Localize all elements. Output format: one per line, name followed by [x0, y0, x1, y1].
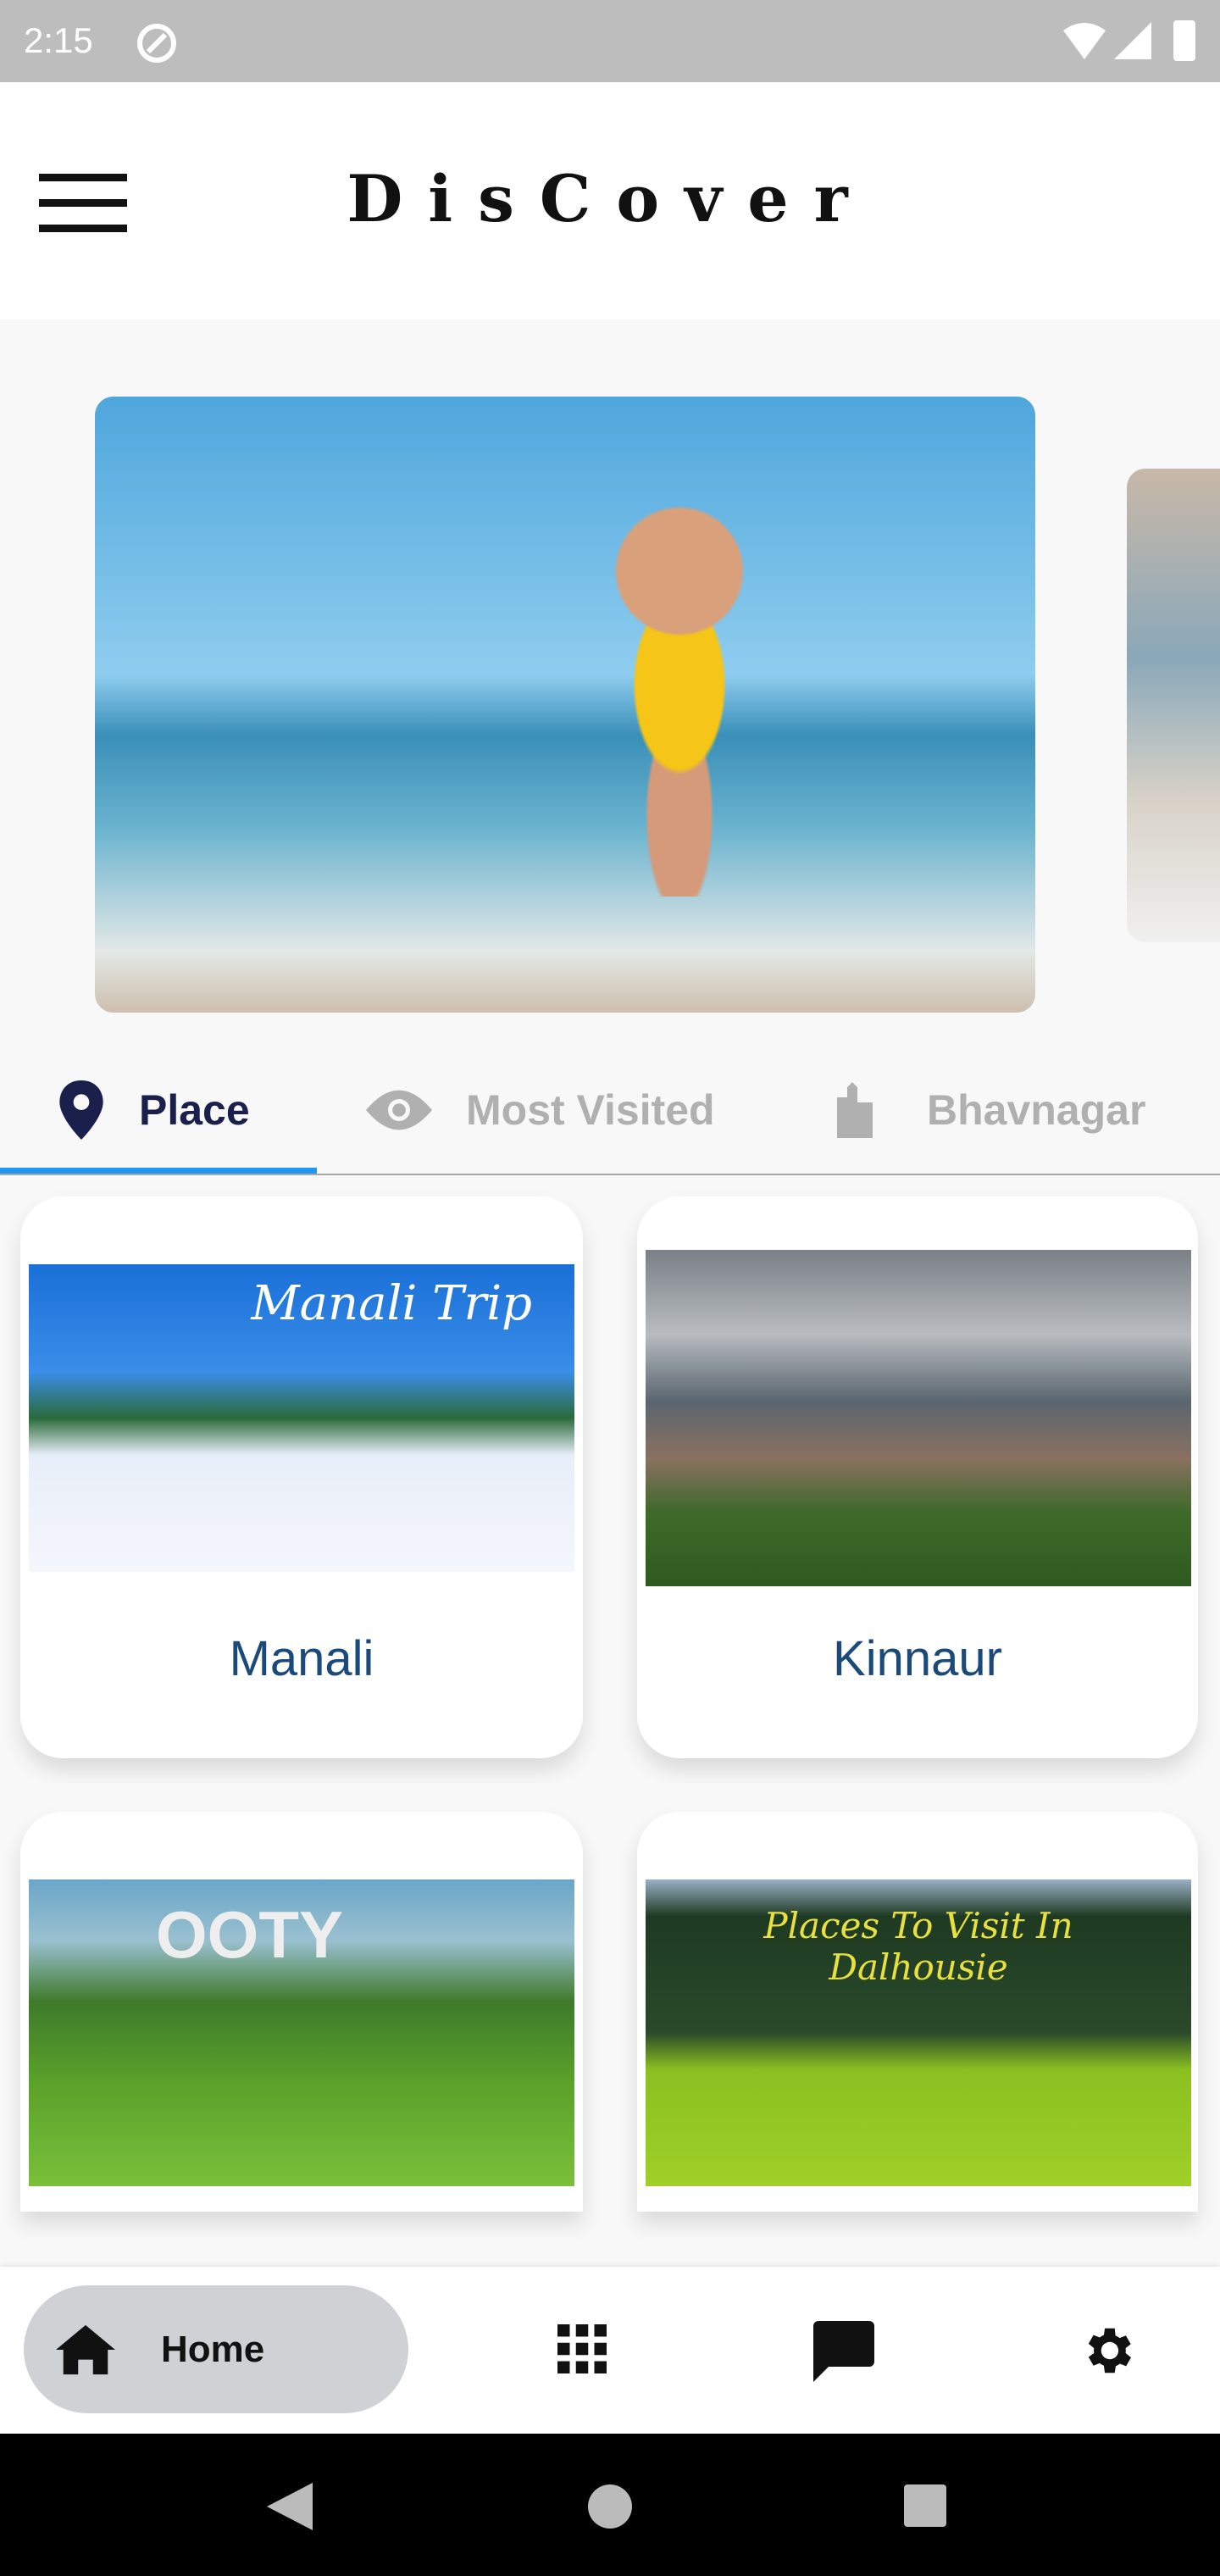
bottom-navigation: Home	[0, 2267, 1220, 2434]
place-name: Manali	[229, 1631, 374, 1686]
place-image	[646, 1250, 1191, 1586]
home-icon	[56, 2324, 115, 2374]
place-image: Places To Visit In Dalhousie	[646, 1879, 1191, 2186]
nav-home-label: Home	[161, 2328, 265, 2370]
tab-label: Most Visited	[466, 1086, 715, 1134]
child-figure	[569, 490, 790, 897]
settings-icon[interactable]	[1078, 2321, 1137, 2380]
nav-home[interactable]: Home	[24, 2285, 408, 2413]
place-card-manali[interactable]: Manali Trip Manali	[20, 1196, 583, 1758]
place-name: Kinnaur	[833, 1631, 1002, 1686]
active-tab-indicator	[0, 1168, 317, 1174]
place-card-dalhousie[interactable]: Places To Visit In Dalhousie	[637, 1812, 1198, 2212]
tab-bhavnagar[interactable]: Bhavnagar	[837, 1051, 1145, 1169]
home-system-icon[interactable]	[588, 2484, 632, 2529]
building-icon	[837, 1082, 873, 1138]
place-image: Manali Trip	[29, 1264, 574, 1572]
tabs-divider	[0, 1174, 1220, 1175]
back-icon[interactable]	[267, 2483, 313, 2530]
app-title: DisCover	[347, 161, 873, 236]
status-time: 2:15	[24, 20, 93, 60]
carousel-image-next[interactable]	[1127, 469, 1220, 942]
place-card-kinnaur[interactable]: Kinnaur	[637, 1196, 1198, 1758]
signal-icon	[1114, 22, 1151, 59]
tab-place[interactable]: Place	[58, 1051, 250, 1169]
tab-label: Bhavnagar	[927, 1086, 1146, 1134]
place-card-ooty[interactable]: OOTY	[20, 1812, 583, 2212]
location-pin-icon	[59, 1080, 103, 1140]
recents-icon[interactable]	[904, 2484, 946, 2527]
system-navigation-bar	[0, 2434, 1220, 2576]
sync-icon	[137, 24, 176, 63]
image-caption: Manali Trip	[251, 1276, 532, 1331]
carousel-image-beach[interactable]	[95, 397, 1035, 1013]
category-tabs: Place Most Visited Bhavnagar	[0, 1051, 1220, 1174]
image-caption: OOTY	[156, 1897, 344, 1972]
place-image: OOTY	[29, 1879, 574, 2186]
image-caption: Places To Visit In Dalhousie	[763, 1905, 1073, 1988]
battery-icon	[1173, 20, 1195, 61]
tab-most-visited[interactable]: Most Visited	[366, 1051, 715, 1169]
grid-icon[interactable]	[557, 2324, 607, 2373]
eye-icon	[366, 1090, 432, 1130]
chat-icon[interactable]	[813, 2321, 874, 2382]
wifi-icon	[1063, 23, 1106, 59]
status-bar: 2:15	[0, 0, 1220, 82]
tab-label: Place	[139, 1086, 250, 1134]
